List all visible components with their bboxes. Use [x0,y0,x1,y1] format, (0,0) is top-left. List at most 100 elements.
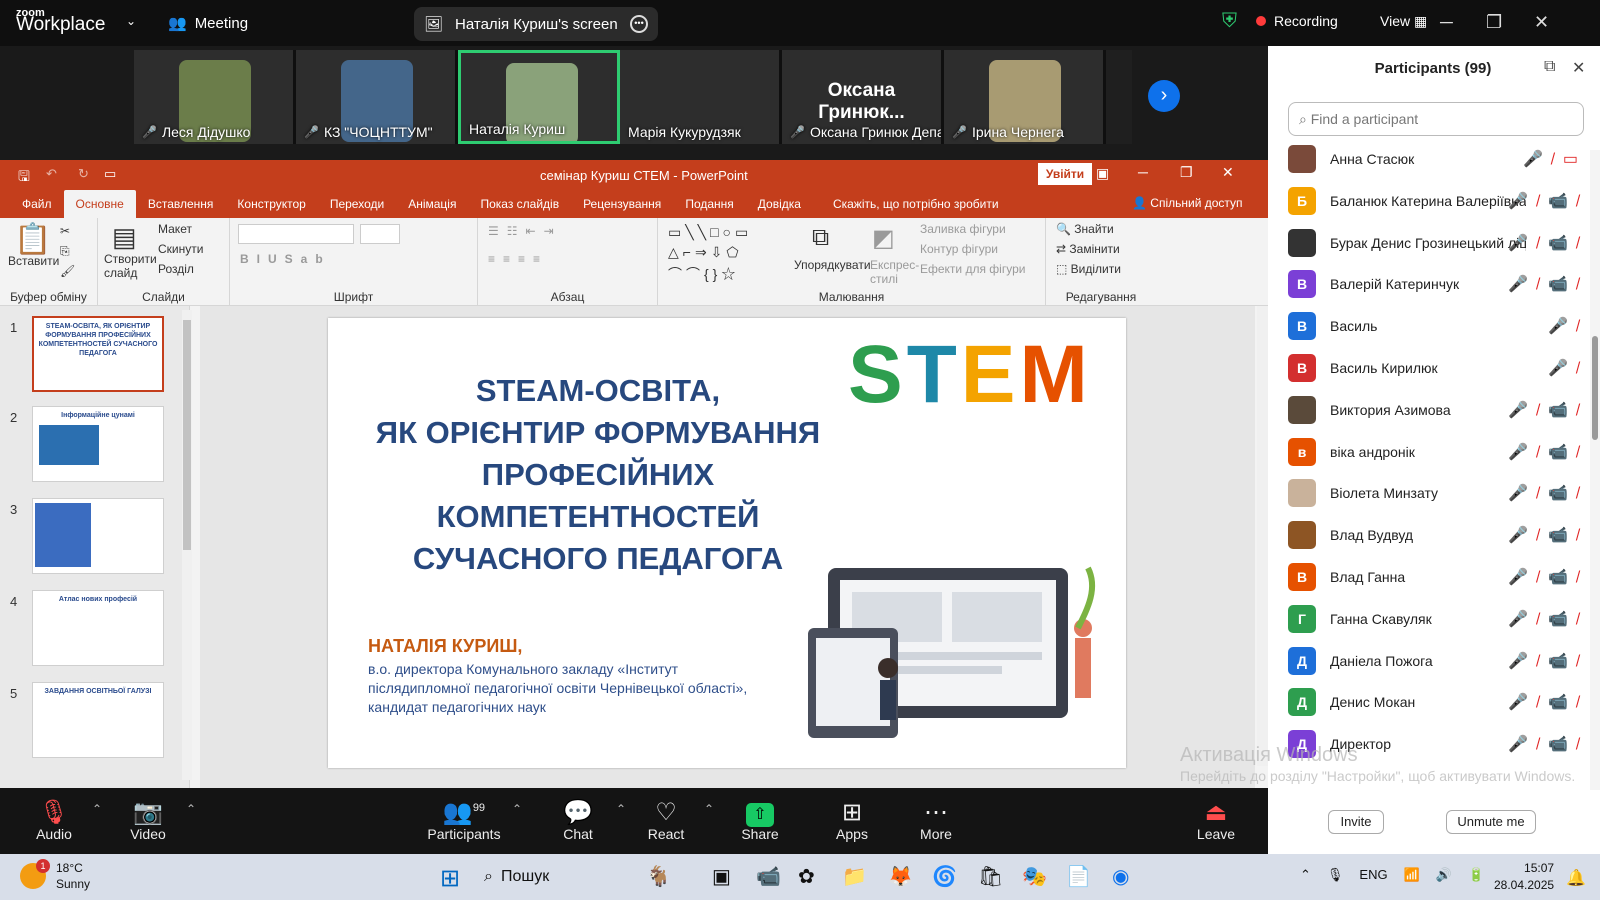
participant-row[interactable]: Б Баланюк Катерина Валеріївна 🎤̸📹̸ [1288,180,1588,222]
minimize-icon[interactable]: ─ [1440,12,1453,33]
edge-icon[interactable]: 🌀 [932,864,957,889]
paste-button[interactable]: Вставити [8,254,59,268]
ppt-restore-icon[interactable]: ❐ [1180,164,1193,181]
participants-caret-icon[interactable]: ⌃ [512,802,522,816]
task-view-icon[interactable]: ▣ [712,864,731,889]
participant-row[interactable]: Г Ганна Скавуляк 🎤̸📹̸ [1288,598,1588,640]
quick-styles-icon[interactable]: ◩ [872,224,895,253]
slide-thumbnail[interactable]: ЗАВДАННЯ ОСВІТНЬОЇ ГАЛУЗІ [32,682,164,758]
participant-row[interactable]: В Василь 🎤̸ [1288,305,1588,347]
layout-button[interactable]: Макет [158,222,192,236]
invite-button[interactable]: Invite [1328,810,1384,834]
participant-search-input[interactable]: ⌕ Find a participant [1288,102,1584,136]
align-icons[interactable]: ≡≡≡≡ [488,252,548,266]
participant-row[interactable]: Д Денис Мокан 🎤̸📹̸ [1288,681,1588,723]
close-icon[interactable]: ✕ [1534,12,1549,33]
participant-row[interactable]: Виктория Азимова 🎤̸📹̸ [1288,389,1588,431]
taskbar-search[interactable]: ⌕ Пошук [484,862,604,892]
shapes-gallery[interactable]: ▭╲╲□○▭ [668,224,752,241]
signin-button[interactable]: Увійти [1038,163,1092,185]
ribbon-tab[interactable]: Вставлення [136,190,226,218]
video-tile[interactable]: Наталія Куриш [458,50,620,144]
react-button[interactable]: ♡ React ⌃ [626,798,714,842]
leave-button[interactable]: ⏏ Leave [1176,798,1256,842]
find-button[interactable]: 🔍 Знайти [1056,222,1114,236]
react-caret-icon[interactable]: ⌃ [704,802,714,816]
shape-fill-button[interactable]: Заливка фігури [920,222,1006,236]
wifi-icon[interactable]: 📶 [1404,867,1420,883]
video-button[interactable]: 📷 Video ⌃ [108,798,196,842]
app-icon[interactable]: 🎭 [1022,864,1047,889]
reset-button[interactable]: Скинути [158,242,203,256]
ribbon-tab[interactable]: Переходи [318,190,396,218]
file-icon[interactable]: 📄 [1066,864,1091,889]
video-tile[interactable]: 🎤 КЗ "ЧОЦНТТУМ" [296,50,458,144]
participant-row[interactable]: Анна Стасюк 🎤̸▭ [1288,138,1588,180]
folder-icon[interactable]: 📁 [842,864,867,889]
paste-icon[interactable]: 📋 [14,222,51,257]
share-button[interactable]: ⇧ Share [720,798,800,842]
close-panel-icon[interactable]: ✕ [1572,58,1585,78]
slide-thumbnail[interactable]: STEAM-ОСВІТА, ЯК ОРІЄНТИР ФОРМУВАННЯ ПРО… [32,316,164,392]
microphone-icon[interactable]: 🎙 [1327,867,1344,883]
screen-share-pill[interactable]: 🖼 Наталія Куриш's screen ••• [414,7,658,41]
arrange-button[interactable]: Упорядкувати [794,258,871,272]
search-highlight-icon[interactable]: 🐐 [646,864,671,889]
shapes-gallery-row3[interactable]: ⌒⌒{}☆ [668,264,739,284]
ribbon-tab[interactable]: Скажіть, що потрібно зробити [821,190,1011,218]
audio-button[interactable]: 🎙 Audio ⌃ [14,798,102,842]
list-icons[interactable]: ☰☷⇤⇥ [488,224,562,238]
slideshow-icon[interactable]: ▭ [104,166,116,182]
more-button[interactable]: ⋯ More [896,798,976,842]
thumbs-scrollbar[interactable] [182,310,192,780]
windows-start-icon[interactable]: ⊞ [440,864,460,893]
zoom-taskbar-icon[interactable]: ◉ [1112,864,1129,889]
ribbon-tab[interactable]: Показ слайдів [468,190,571,218]
shield-icon[interactable]: ⛨ [1222,10,1237,33]
participant-row[interactable]: В Влад Ганна 🎤̸📹̸ [1288,556,1588,598]
participants-scroll-thumb[interactable] [1592,336,1598,440]
slide-thumbnail[interactable]: Атлас нових професій [32,590,164,666]
apps-button[interactable]: ⊞ Apps [812,798,892,842]
arrange-icon[interactable]: ⧉ [812,224,829,252]
chat-button[interactable]: 💬 Chat ⌃ [538,798,626,842]
weather-widget[interactable]: 1 18°C Sunny [20,859,90,892]
ribbon-tab[interactable]: Рецензування [571,190,673,218]
section-button[interactable]: Розділ [158,262,194,276]
slide-thumbnail[interactable]: Інформаційне цунамі [32,406,164,482]
meeting-menu[interactable]: 👥 Meeting [168,14,248,33]
format-painter-icon[interactable]: 🖌 [60,264,75,278]
participant-row[interactable]: Влад Вудвуд 🎤̸📹̸ [1288,514,1588,556]
ribbon-tab[interactable]: Файл [10,190,64,218]
share-access-button[interactable]: 👤 Спільний доступ [1132,196,1243,210]
chat-caret-icon[interactable]: ⌃ [616,802,626,816]
participant-row[interactable]: Д Даніела Пожога 🎤̸📹̸ [1288,640,1588,682]
ribbon-tab[interactable]: Подання [673,190,745,218]
clock[interactable]: 15:07 28.04.2025 [1494,860,1554,894]
participants-button[interactable]: 👥99 Participants ⌃ [414,798,522,842]
current-slide[interactable]: STEAM-ОСВІТА, ЯК ОРІЄНТИР ФОРМУВАННЯ ПРОФЕ… [328,318,1126,768]
cut-icon[interactable]: ✂ [60,224,70,238]
slide-thumbnail[interactable] [32,498,164,574]
thumbs-scroll-thumb[interactable] [183,320,191,550]
volume-icon[interactable]: 🔊 [1436,867,1452,883]
video-tile[interactable]: Оксана Гринюк... 🎤 Оксана Гринюк Депа... [782,50,944,144]
replace-button[interactable]: ⇄ Замінити [1056,242,1120,256]
ribbon-tab[interactable]: Конструктор [225,190,317,218]
audio-caret-icon[interactable]: ⌃ [92,802,102,816]
ribbon-display-icon[interactable]: ▣ [1096,165,1109,182]
more-options-icon[interactable]: ••• [630,15,648,33]
ppt-minimize-icon[interactable]: ─ [1138,164,1148,180]
select-button[interactable]: ⬚ Виділити [1056,262,1121,276]
save-icon[interactable]: 🖫 [18,166,30,190]
popout-icon[interactable]: ⧉ [1544,58,1555,76]
participant-row[interactable]: В Валерій Катеринчук 🎤̸📹̸ [1288,263,1588,305]
shape-outline-button[interactable]: Контур фігури [920,242,998,256]
restore-icon[interactable]: ❐ [1486,12,1502,33]
participant-row[interactable]: В Василь Кирилюк 🎤̸ [1288,347,1588,389]
participant-row[interactable]: Віолета Минзату 🎤̸📹̸ [1288,472,1588,514]
chevron-right-icon[interactable]: › [1148,80,1180,112]
font-format-icons[interactable]: BIUSab [240,252,331,266]
chevron-down-icon[interactable]: ⌄ [126,14,136,28]
video-tile[interactable]: Марія Кукурудзяк [620,50,782,144]
